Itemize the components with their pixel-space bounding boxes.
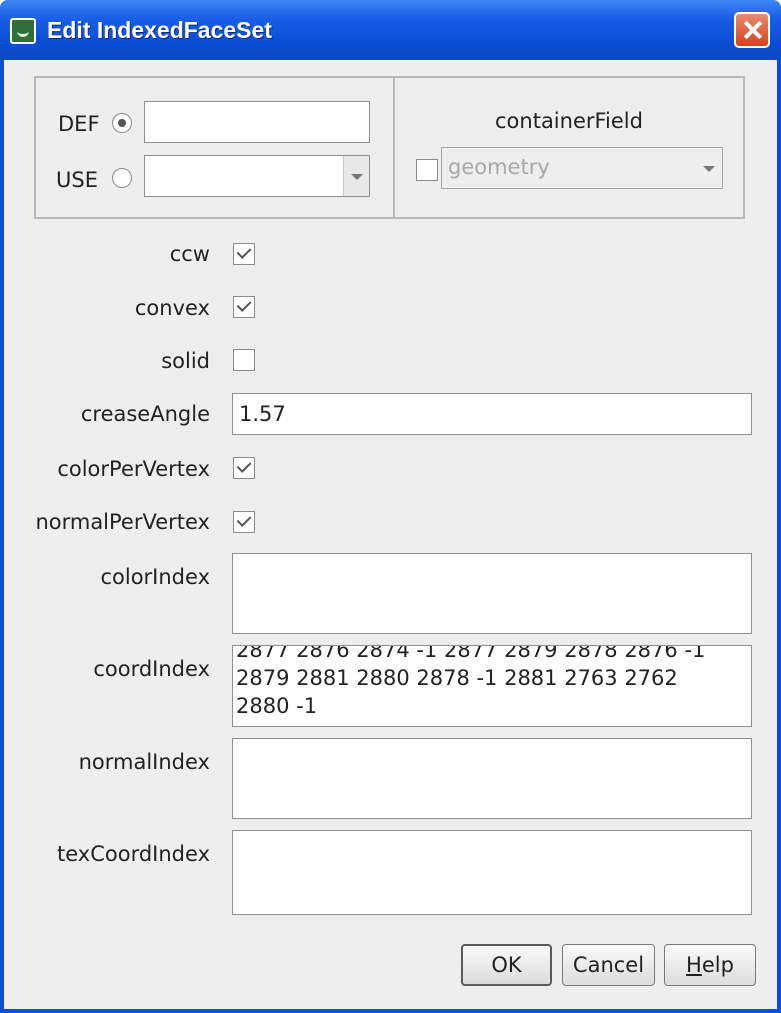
chevron-down-icon[interactable] — [696, 148, 722, 188]
container-field-panel: containerField geometry — [393, 76, 745, 219]
solid-label: solid — [161, 349, 210, 373]
ccw-label: ccw — [169, 242, 210, 266]
use-label: USE — [56, 168, 98, 192]
normal-index-label: normalIndex — [78, 750, 210, 774]
color-index-label: colorIndex — [100, 565, 210, 589]
app-icon — [10, 18, 36, 44]
solid-checkbox[interactable] — [233, 349, 255, 371]
title-bar[interactable]: Edit IndexedFaceSet — [0, 0, 781, 60]
container-field-value: geometry — [448, 155, 550, 179]
crease-angle-label: creaseAngle — [80, 402, 210, 426]
color-per-vertex-checkbox[interactable] — [233, 457, 255, 479]
tex-coord-index-label: texCoordIndex — [57, 842, 210, 866]
color-per-vertex-label: colorPerVertex — [57, 457, 210, 481]
tex-coord-index-textarea[interactable] — [232, 830, 752, 915]
container-field-combobox[interactable]: geometry — [441, 147, 723, 189]
convex-checkbox[interactable] — [233, 296, 255, 318]
ccw-checkbox[interactable] — [233, 243, 255, 265]
color-index-textarea[interactable] — [232, 553, 752, 634]
use-radio[interactable] — [112, 168, 132, 188]
use-combobox[interactable] — [144, 155, 370, 197]
dialog-body: DEF USE containerField geometry ccw conv… — [4, 60, 777, 1009]
coord-index-textarea[interactable]: 2877 2876 2874 -1 2877 2879 2878 2876 -1… — [232, 645, 752, 727]
normal-per-vertex-checkbox[interactable] — [233, 511, 255, 533]
normal-per-vertex-label: normalPerVertex — [35, 510, 210, 534]
def-input[interactable] — [144, 101, 370, 143]
normal-index-textarea[interactable] — [232, 738, 752, 819]
container-field-checkbox[interactable] — [416, 159, 438, 181]
def-use-panel: DEF USE — [34, 76, 395, 219]
coord-index-label: coordIndex — [93, 657, 210, 681]
window-title: Edit IndexedFaceSet — [47, 17, 272, 43]
def-radio[interactable] — [112, 113, 132, 133]
cancel-button[interactable]: Cancel — [562, 944, 655, 986]
coord-index-text: 2877 2876 2874 -1 2877 2879 2878 2876 -1… — [236, 645, 706, 718]
dialog-window: Edit IndexedFaceSet DEF USE containerFie… — [0, 0, 781, 1013]
ok-button[interactable]: OK — [461, 944, 552, 986]
close-button[interactable] — [734, 12, 770, 48]
container-field-label: containerField — [495, 109, 643, 133]
crease-angle-input[interactable]: 1.57 — [232, 393, 752, 435]
convex-label: convex — [134, 296, 210, 320]
chevron-down-icon[interactable] — [343, 156, 369, 196]
def-label: DEF — [58, 112, 100, 136]
help-button[interactable]: Help — [664, 944, 756, 986]
